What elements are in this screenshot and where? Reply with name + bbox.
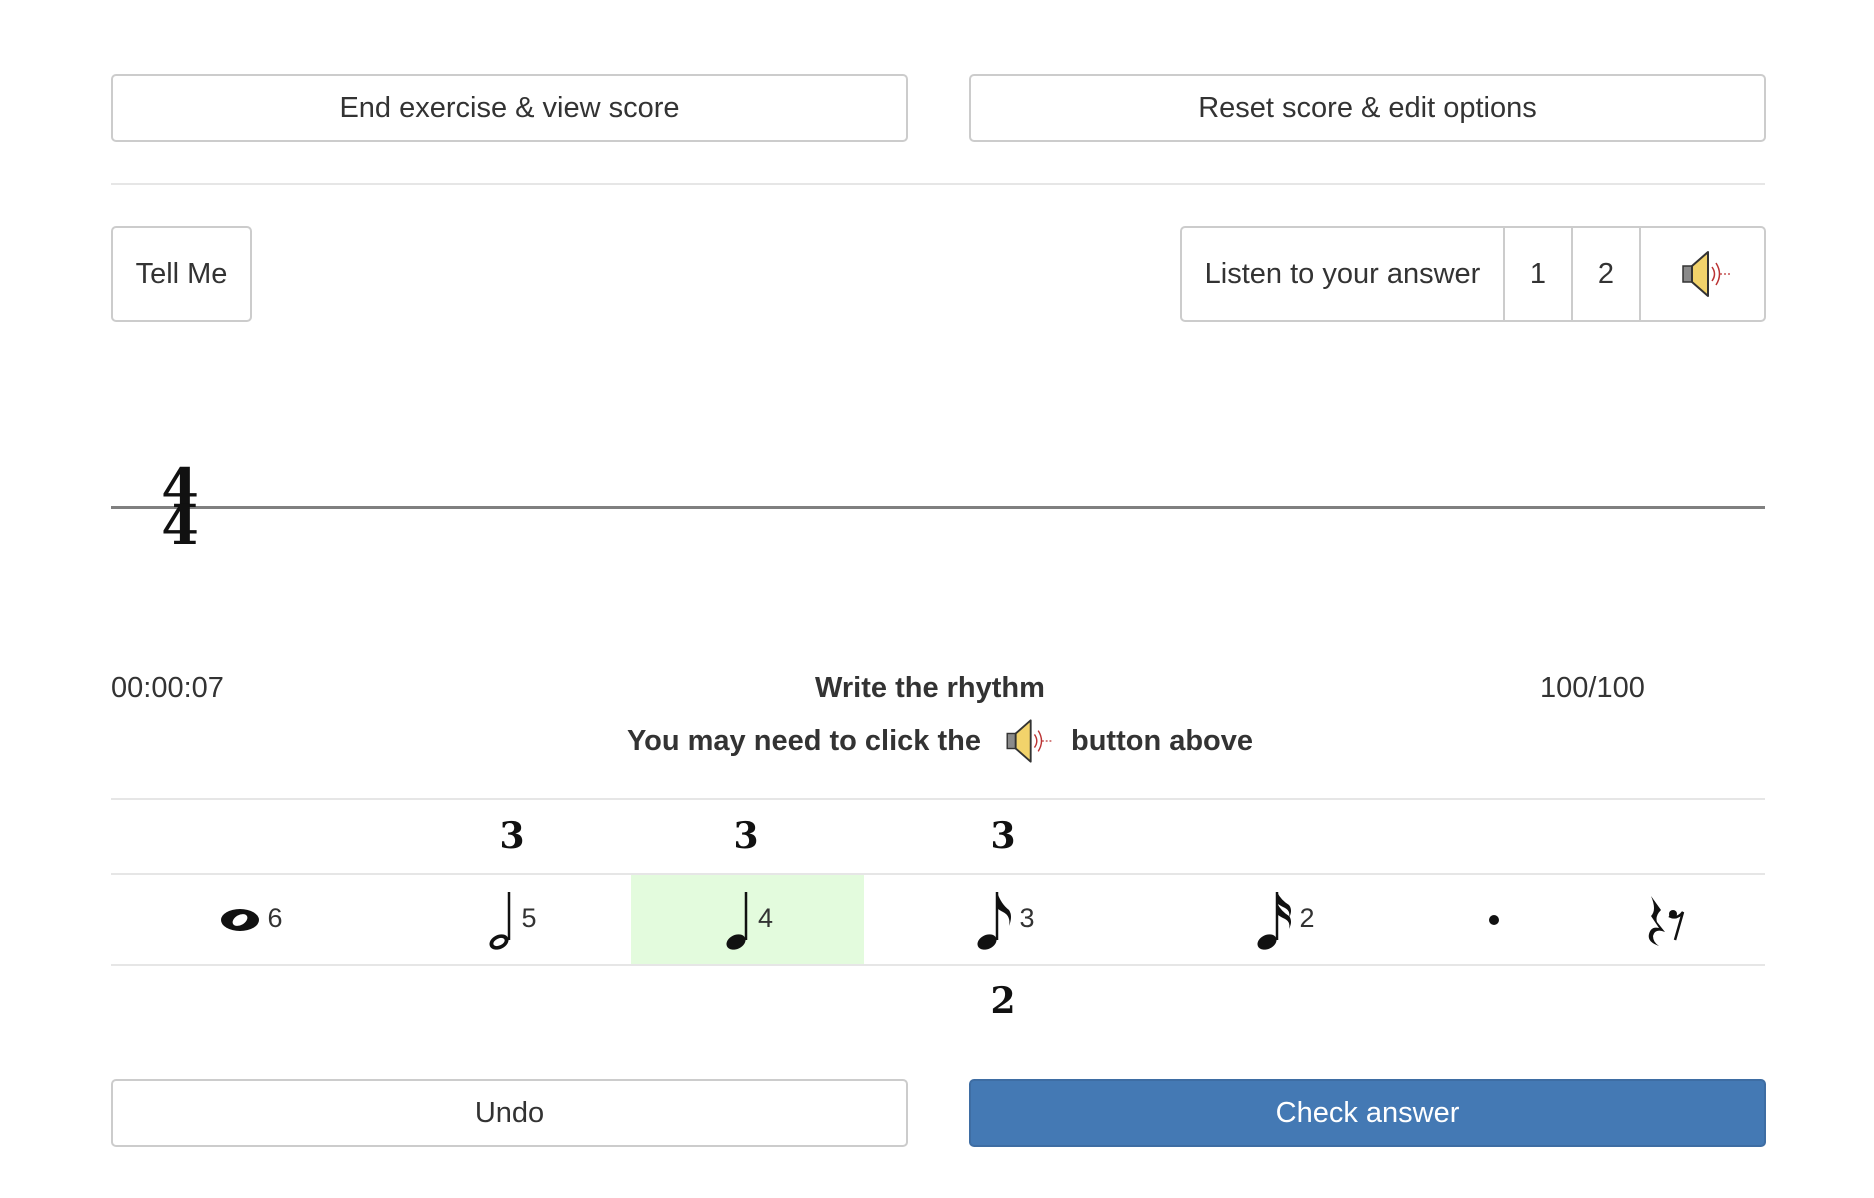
rhythm-exercise-page: End exercise & view score Reset score & … [0, 0, 1874, 1198]
time-signature-bottom: 4 [161, 493, 199, 557]
triplet-button-half[interactable]: 3 [492, 815, 532, 857]
speaker-icon [1681, 251, 1732, 297]
timer: 00:00:07 [111, 672, 224, 704]
key-hint-3: 3 [1019, 902, 1035, 933]
hint-text-before: You may need to click the [626, 724, 981, 757]
divider-palette-top [111, 798, 1765, 800]
divider-top [111, 183, 1765, 185]
play-2-button[interactable]: 2 [1571, 226, 1641, 322]
palette-whole-note[interactable]: 6 [111, 875, 391, 965]
hint-text-after: button above [1070, 724, 1254, 757]
undo-button[interactable]: Undo [111, 1079, 908, 1147]
rest-icon [1648, 896, 1684, 946]
eighth-note-icon [977, 892, 1012, 950]
triplet-button-quarter[interactable]: 3 [726, 815, 766, 857]
play-sound-button[interactable] [1639, 226, 1766, 322]
key-hint-6: 6 [267, 902, 283, 933]
check-answer-button[interactable]: Check answer [969, 1079, 1766, 1147]
sixteenth-note-icon [1257, 892, 1292, 950]
key-hint-5: 5 [521, 902, 537, 933]
speaker-icon [1006, 719, 1054, 763]
listen-answer-button[interactable]: Listen to your answer [1180, 226, 1505, 322]
palette-eighth-note[interactable]: 3 [864, 875, 1144, 965]
duplet-button[interactable]: 2 [983, 980, 1023, 1022]
reset-score-button[interactable]: Reset score & edit options [969, 74, 1766, 142]
triplet-button-eighth[interactable]: 3 [983, 815, 1023, 857]
key-hint-4: 4 [757, 902, 774, 933]
whole-note-icon [221, 909, 260, 931]
palette-quarter-note[interactable]: 4 [631, 875, 864, 965]
palette-rest[interactable] [1564, 875, 1765, 965]
divider-palette-bottom [111, 964, 1765, 966]
palette-sixteenth-note[interactable]: 2 [1144, 875, 1424, 965]
end-exercise-button[interactable]: End exercise & view score [111, 74, 908, 142]
tell-me-button[interactable]: Tell Me [111, 226, 252, 322]
palette-dot[interactable] [1424, 875, 1564, 965]
key-hint-2: 2 [1299, 902, 1315, 933]
rhythm-staff[interactable] [111, 506, 1765, 509]
play-1-button[interactable]: 1 [1503, 226, 1573, 322]
score-display: 100/100 [1540, 672, 1645, 704]
palette-half-note[interactable]: 5 [391, 875, 631, 965]
dot-icon [1489, 915, 1499, 925]
quarter-note-icon [726, 892, 748, 950]
instruction-title: Write the rhythm [815, 672, 1045, 704]
half-note-icon [489, 892, 511, 950]
instruction-hint: You may need to click the button above [620, 712, 1260, 770]
